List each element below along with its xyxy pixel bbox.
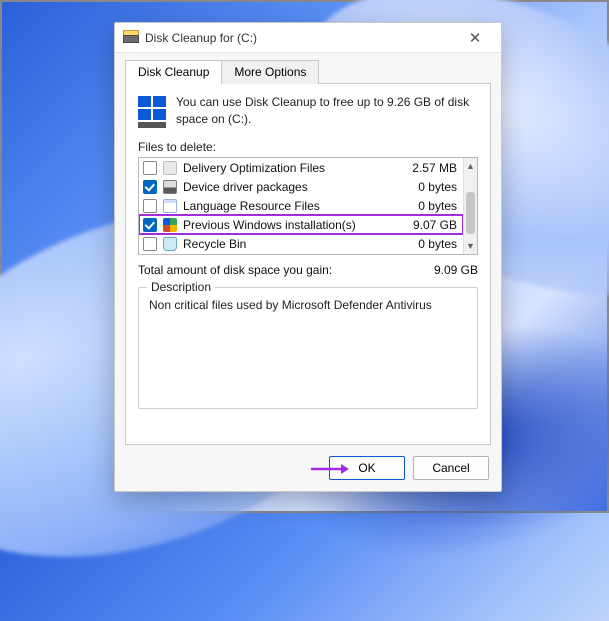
total-row: Total amount of disk space you gain: 9.0… [138,263,478,277]
dialog-button-row: OK Cancel [115,445,501,491]
list-item[interactable]: Previous Windows installation(s)9.07 GB [139,215,463,234]
drive-icon [138,122,166,128]
list-item-size: 9.07 GB [405,218,457,232]
checkbox[interactable] [143,180,157,194]
intro-text: You can use Disk Cleanup to free up to 9… [176,94,478,128]
disk-cleanup-icon [123,30,139,46]
tab-disk-cleanup[interactable]: Disk Cleanup [125,60,222,84]
scroll-thumb[interactable] [466,192,475,234]
checkbox[interactable] [143,161,157,175]
list-item-size: 0 bytes [410,180,457,194]
list-item[interactable]: Recycle Bin0 bytes [139,234,463,253]
scroll-up-button[interactable]: ▲ [464,158,477,174]
checkbox[interactable] [143,237,157,251]
files-to-delete-label: Files to delete: [138,140,478,154]
description-group: Description Non critical files used by M… [138,287,478,409]
disk-icon [163,180,177,194]
cancel-button[interactable]: Cancel [413,456,489,480]
list-scrollbar[interactable]: ▲ ▼ [463,158,477,254]
scroll-down-button[interactable]: ▼ [464,238,477,254]
list-item-size: 0 bytes [410,199,457,213]
description-text: Non critical files used by Microsoft Def… [149,298,467,312]
scroll-track[interactable] [464,174,477,238]
box-icon [163,161,177,175]
list-item[interactable]: Delivery Optimization Files2.57 MB [139,158,463,177]
close-icon: ✕ [469,29,482,47]
titlebar: Disk Cleanup for (C:) ✕ [115,23,501,53]
ok-button[interactable]: OK [329,456,405,480]
description-title: Description [147,280,215,294]
disk-cleanup-dialog: Disk Cleanup for (C:) ✕ Disk Cleanup Mor… [114,22,502,492]
checkbox[interactable] [143,218,157,232]
list-item-name: Device driver packages [183,180,410,194]
tab-more-options[interactable]: More Options [221,60,319,84]
windows-logo-icon [138,96,166,120]
intro-block: You can use Disk Cleanup to free up to 9… [138,94,478,128]
list-item-name: Delivery Optimization Files [183,161,404,175]
total-label: Total amount of disk space you gain: [138,263,434,277]
checkbox[interactable] [143,199,157,213]
page-icon [163,199,177,213]
total-value: 9.09 GB [434,263,478,277]
close-button[interactable]: ✕ [453,24,497,52]
window-title: Disk Cleanup for (C:) [145,31,257,45]
list-item-name: Recycle Bin [183,237,410,251]
list-item-size: 0 bytes [410,237,457,251]
win-icon [163,218,177,232]
list-item[interactable]: Device driver packages0 bytes [139,177,463,196]
list-item[interactable]: Language Resource Files0 bytes [139,196,463,215]
list-item-name: Previous Windows installation(s) [183,218,405,232]
tab-panel-cleanup: You can use Disk Cleanup to free up to 9… [125,83,491,445]
files-listbox[interactable]: Delivery Optimization Files2.57 MBDevice… [138,157,478,255]
tab-strip: Disk Cleanup More Options [125,59,491,83]
list-item-name: Language Resource Files [183,199,410,213]
list-item-size: 2.57 MB [404,161,457,175]
bin-icon [163,237,177,251]
